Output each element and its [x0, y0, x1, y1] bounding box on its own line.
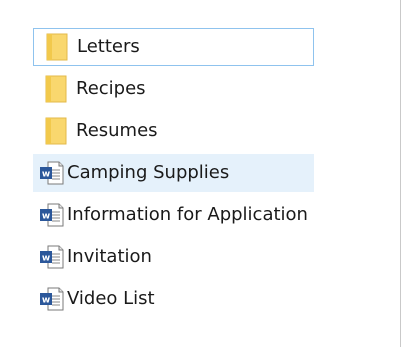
word-document-icon: w: [40, 161, 64, 185]
svg-text:w: w: [42, 254, 50, 264]
file-name: Invitation: [67, 246, 152, 267]
file-item-resumes[interactable]: Resumes: [33, 112, 314, 150]
file-name: Camping Supplies: [67, 162, 230, 183]
file-item-letters[interactable]: Letters: [33, 28, 314, 66]
file-list: Letters Recipes Resumes w Camping Suppli…: [33, 28, 314, 322]
file-name: Information for Application: [67, 204, 308, 225]
file-name: Letters: [77, 36, 140, 57]
word-document-icon: w: [40, 203, 64, 227]
svg-text:w: w: [42, 212, 50, 222]
file-item-video-list[interactable]: w Video List: [33, 280, 314, 318]
folder-icon: [46, 33, 68, 61]
file-item-invitation[interactable]: w Invitation: [33, 238, 314, 276]
folder-icon: [45, 75, 67, 103]
svg-text:w: w: [42, 296, 50, 306]
word-document-icon: w: [40, 245, 64, 269]
file-name: Resumes: [76, 120, 158, 141]
file-item-information-for-application[interactable]: w Information for Application: [33, 196, 314, 234]
svg-text:w: w: [42, 170, 50, 180]
file-item-recipes[interactable]: Recipes: [33, 70, 314, 108]
word-document-icon: w: [40, 287, 64, 311]
file-name: Video List: [67, 288, 155, 309]
file-item-camping-supplies[interactable]: w Camping Supplies: [33, 154, 314, 192]
file-name: Recipes: [76, 78, 146, 99]
folder-icon: [45, 117, 67, 145]
file-list-pane: Letters Recipes Resumes w Camping Suppli…: [0, 0, 401, 347]
